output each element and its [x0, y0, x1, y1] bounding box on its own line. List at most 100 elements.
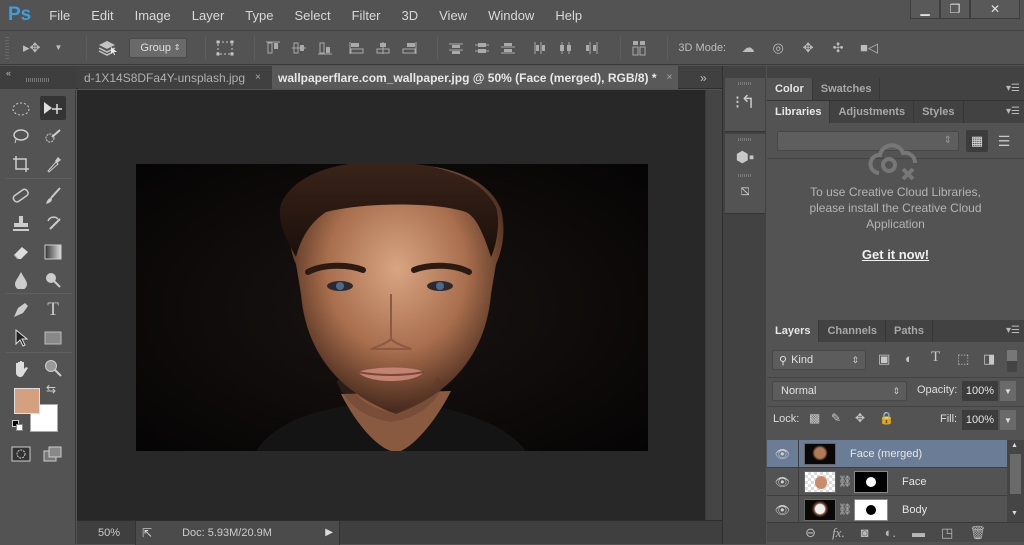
- blend-mode-dropdown[interactable]: Normal ⇕: [772, 381, 907, 401]
- auto-select-dropdown[interactable]: Group ⇕: [129, 37, 188, 58]
- tab-libraries[interactable]: Libraries: [767, 101, 831, 123]
- menu-type[interactable]: Type: [245, 8, 273, 23]
- history-panel-button[interactable]: ⁝↰: [725, 78, 765, 132]
- layer-row[interactable]: 👁 ⛓ Body: [767, 495, 1007, 522]
- layer-mask-thumbnail[interactable]: [854, 498, 888, 521]
- 3d-slide-icon[interactable]: ✣: [830, 40, 846, 56]
- tab-close-icon[interactable]: ×: [255, 72, 261, 83]
- document-image[interactable]: [136, 164, 648, 451]
- fill-input[interactable]: 100%: [962, 410, 998, 430]
- menu-help[interactable]: Help: [555, 8, 582, 23]
- export-icon[interactable]: ⇱: [142, 526, 152, 540]
- tab-close-icon[interactable]: ×: [667, 72, 673, 83]
- align-right-icon[interactable]: [401, 41, 417, 55]
- hand-tool[interactable]: [8, 356, 34, 380]
- filter-shape-icon[interactable]: ⬚: [957, 351, 969, 367]
- move-tool[interactable]: [40, 96, 66, 120]
- 3d-orbit-icon[interactable]: ☁: [740, 40, 756, 56]
- new-adjustment-layer-icon[interactable]: ◐.: [885, 525, 896, 540]
- lock-image-pixels-icon[interactable]: ✎: [831, 411, 841, 425]
- new-group-icon[interactable]: ▬: [912, 525, 925, 540]
- visibility-eye-icon[interactable]: 👁: [767, 440, 799, 468]
- tab-layers[interactable]: Layers: [767, 320, 820, 342]
- add-layer-style-icon[interactable]: fx.: [832, 525, 845, 541]
- scroll-up-icon[interactable]: ▲: [1011, 442, 1018, 449]
- status-menu-arrow-icon[interactable]: ▶: [325, 527, 333, 538]
- link-mask-icon[interactable]: ⛓: [838, 503, 852, 516]
- zoom-level[interactable]: 50%: [77, 527, 135, 539]
- menu-select[interactable]: Select: [294, 8, 330, 23]
- new-layer-icon[interactable]: ◳: [941, 525, 953, 541]
- quick-selection-tool[interactable]: [40, 124, 66, 148]
- dock-grip[interactable]: [738, 174, 752, 177]
- tab-paths[interactable]: Paths: [886, 320, 933, 342]
- tab-swatches[interactable]: Swatches: [813, 78, 881, 100]
- blur-tool[interactable]: [8, 268, 34, 292]
- auto-align-layers-icon[interactable]: [631, 40, 647, 56]
- menu-file[interactable]: File: [49, 8, 70, 23]
- dropdown-arrow-icon[interactable]: ▼: [50, 43, 66, 52]
- foreground-color-swatch-front[interactable]: [14, 388, 40, 414]
- distribute-hcenter-icon[interactable]: [558, 41, 574, 55]
- marquee-tool[interactable]: [8, 97, 34, 121]
- eraser-tool[interactable]: [8, 240, 34, 264]
- lock-position-icon[interactable]: ✥: [855, 411, 865, 425]
- history-brush-tool[interactable]: [40, 212, 66, 236]
- 3d-roll-icon[interactable]: ◎: [770, 40, 786, 56]
- quick-mask-icon[interactable]: [8, 442, 34, 466]
- tab-overflow-icon[interactable]: »: [700, 66, 707, 89]
- type-tool[interactable]: T: [40, 298, 66, 322]
- dodge-tool[interactable]: [40, 268, 66, 292]
- document-tab-active[interactable]: wallpaperflare.com_wallpaper.jpg @ 50% (…: [272, 66, 678, 89]
- layer-name[interactable]: Face: [902, 476, 926, 488]
- menu-3d[interactable]: 3D: [402, 8, 419, 23]
- tab-channels[interactable]: Channels: [819, 320, 886, 342]
- scroll-down-icon[interactable]: ▼: [1011, 510, 1018, 517]
- opacity-dropdown-icon[interactable]: ▼: [1000, 381, 1016, 401]
- path-selection-tool[interactable]: [8, 326, 34, 350]
- grid-view-button[interactable]: ▦: [966, 130, 988, 152]
- options-bar-grip[interactable]: [5, 36, 9, 59]
- tab-color[interactable]: Color: [767, 78, 813, 100]
- rectangle-tool[interactable]: [40, 326, 66, 350]
- dock-grip[interactable]: [738, 82, 752, 85]
- swap-colors-icon[interactable]: ⇆: [46, 382, 56, 396]
- default-colors-icon[interactable]: [12, 420, 24, 432]
- 3d-pan-icon[interactable]: ✥: [800, 40, 816, 56]
- brush-tool[interactable]: [40, 184, 66, 208]
- menu-view[interactable]: View: [439, 8, 467, 23]
- menu-image[interactable]: Image: [135, 8, 171, 23]
- move-tool-preset-icon[interactable]: ▸✥: [23, 40, 40, 56]
- panel-menu-icon[interactable]: ▾☰: [1006, 325, 1020, 336]
- list-view-button[interactable]: ☰: [993, 130, 1015, 152]
- lock-all-icon[interactable]: 🔒: [879, 411, 894, 425]
- properties-panel-button[interactable]: ⧅: [725, 170, 765, 214]
- zoom-tool[interactable]: [40, 356, 66, 380]
- distribute-bottom-icon[interactable]: [500, 41, 516, 55]
- layer-row[interactable]: 👁 Face (merged): [767, 440, 1007, 468]
- opacity-input[interactable]: 100%: [962, 381, 998, 401]
- menu-layer[interactable]: Layer: [192, 8, 225, 23]
- lasso-tool[interactable]: [8, 124, 34, 148]
- menu-edit[interactable]: Edit: [91, 8, 113, 23]
- screen-mode-icon[interactable]: [40, 442, 66, 466]
- menu-window[interactable]: Window: [488, 8, 534, 23]
- align-vertical-center-icon[interactable]: [291, 41, 307, 55]
- healing-brush-tool[interactable]: [8, 184, 34, 208]
- link-layers-icon[interactable]: ⊖: [805, 525, 816, 541]
- transform-controls-icon[interactable]: [216, 40, 234, 56]
- layer-name[interactable]: Face (merged): [850, 448, 922, 460]
- align-left-icon[interactable]: [349, 41, 365, 55]
- align-bottom-icon[interactable]: [317, 41, 333, 55]
- eyedropper-tool[interactable]: [40, 152, 66, 176]
- document-tab[interactable]: d-1X14S8DFa4Y-unsplash.jpg ×: [78, 66, 272, 89]
- filter-toggle[interactable]: [1007, 350, 1017, 372]
- visibility-eye-icon[interactable]: 👁: [767, 495, 799, 522]
- panel-menu-icon[interactable]: ▾☰: [1006, 83, 1020, 94]
- collapse-toolbox-icon[interactable]: «: [6, 68, 11, 78]
- filter-smart-object-icon[interactable]: ◨: [983, 351, 995, 367]
- filter-pixel-icon[interactable]: ▣: [878, 351, 890, 367]
- pen-tool[interactable]: [8, 298, 34, 322]
- distribute-top-icon[interactable]: [448, 41, 464, 55]
- dock-grip[interactable]: [738, 138, 752, 141]
